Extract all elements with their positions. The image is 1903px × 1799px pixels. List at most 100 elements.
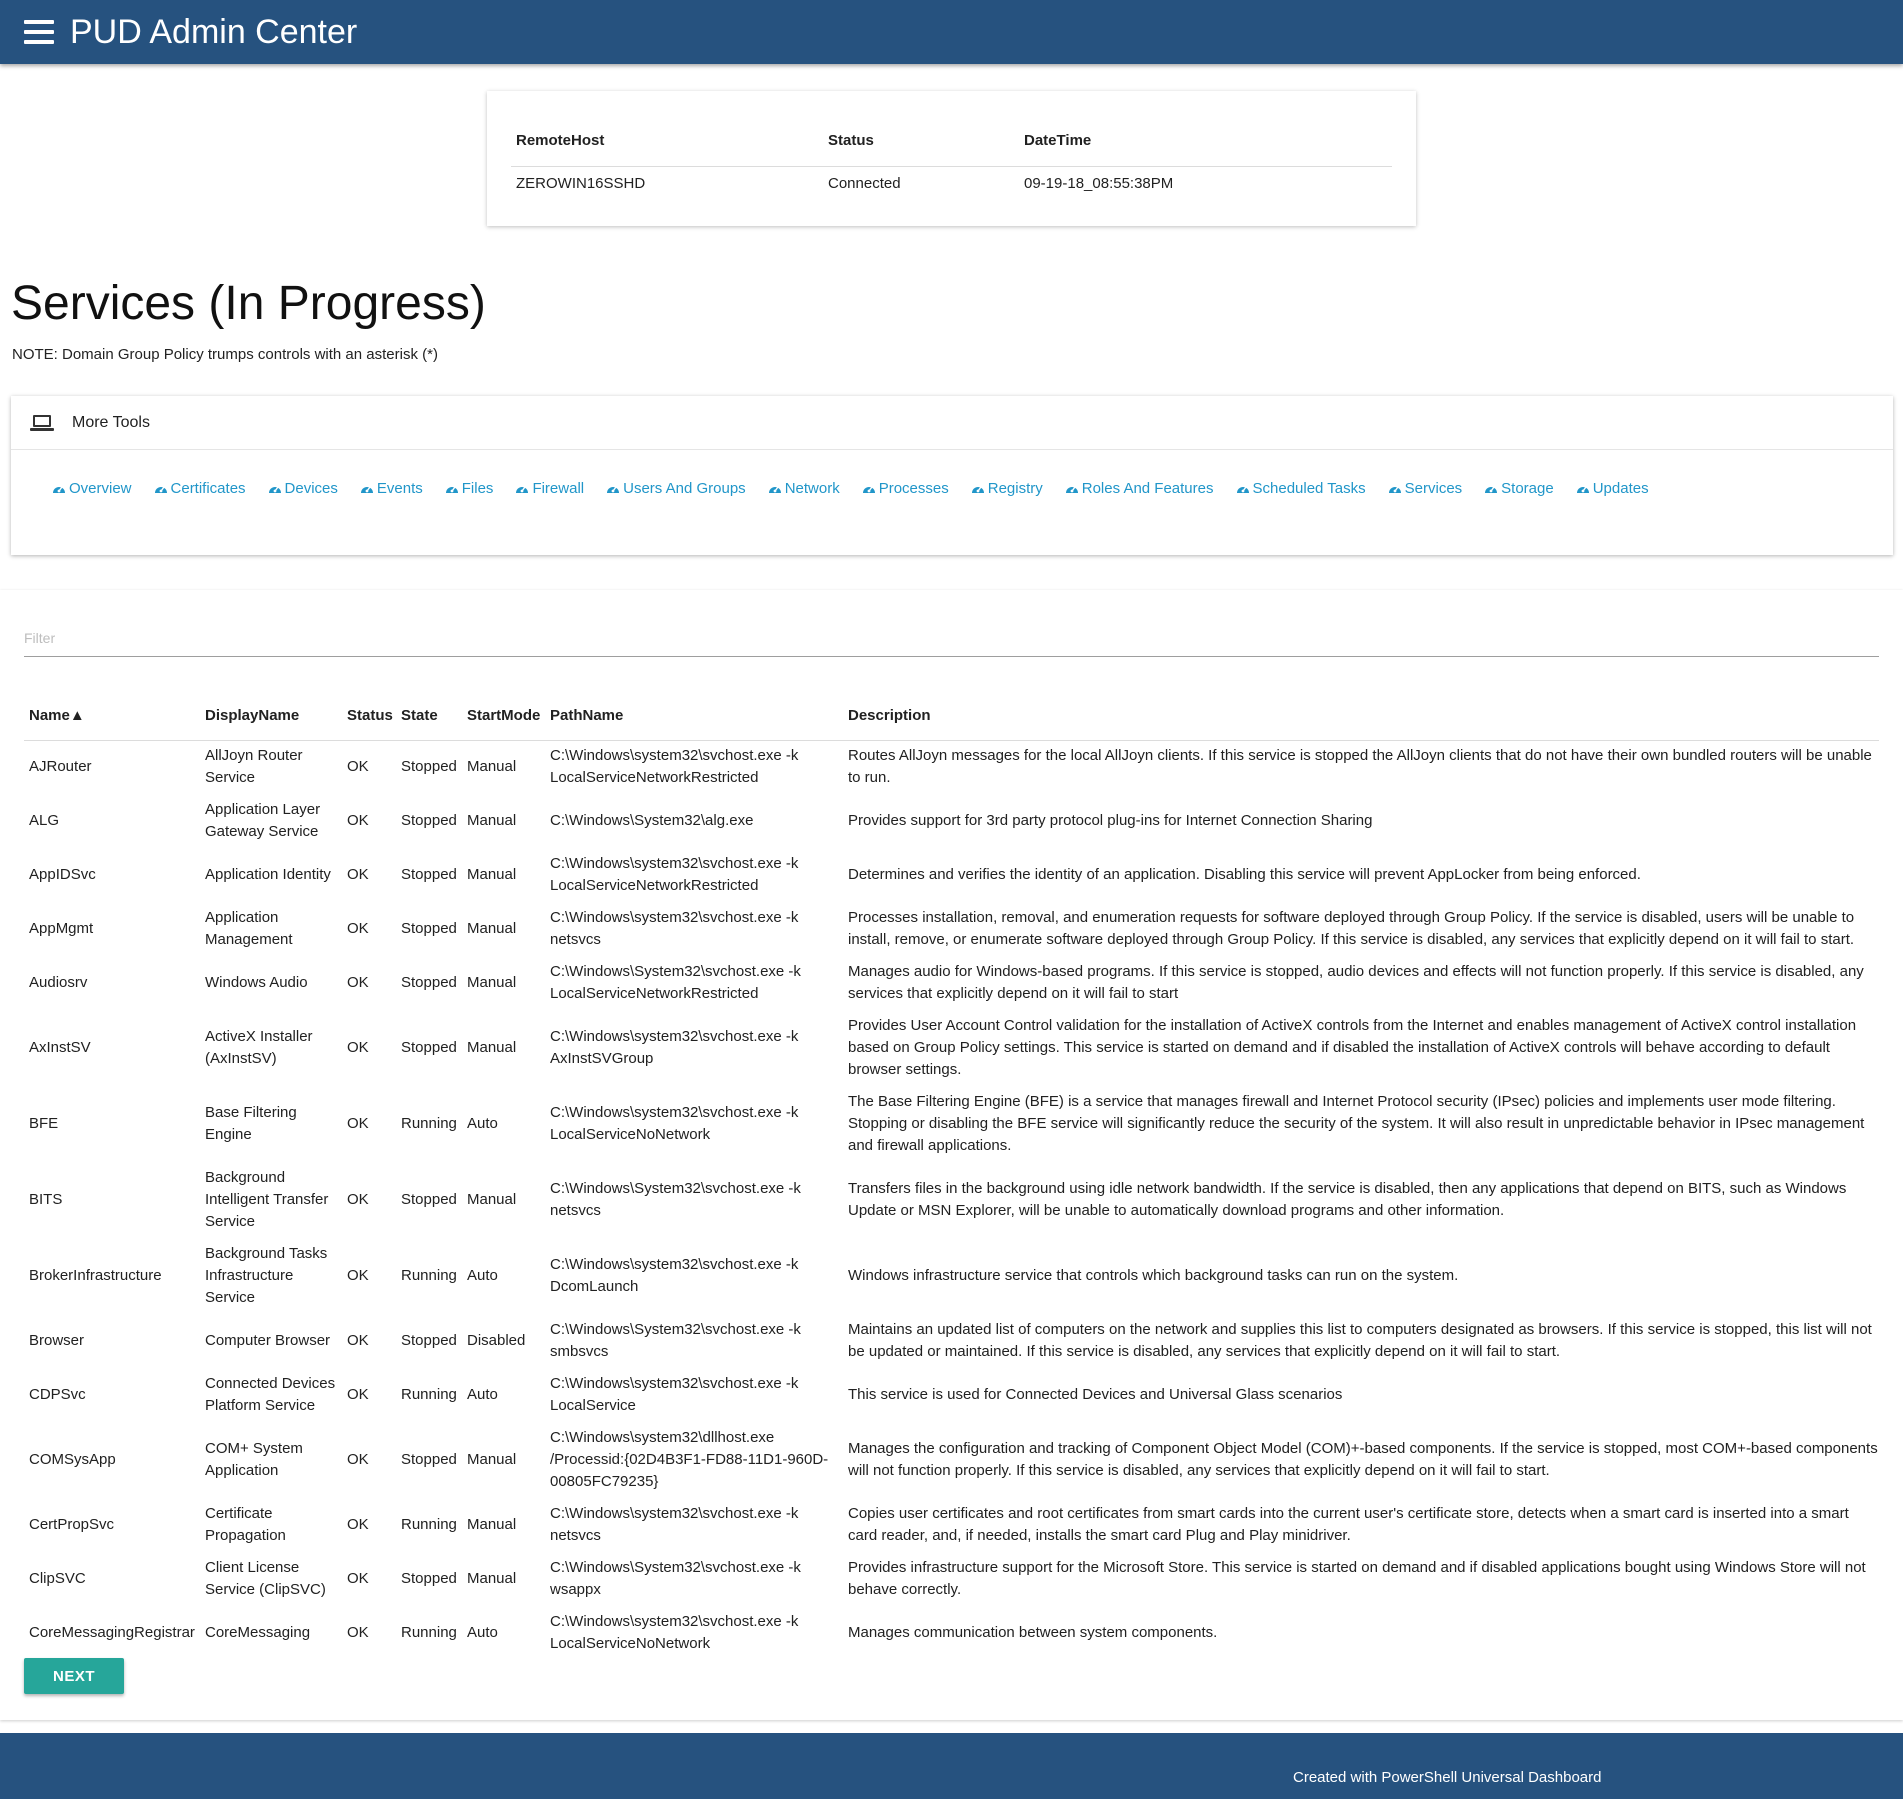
dashboard-icon [1065,483,1079,494]
start-mode-cell: Manual [467,1191,517,1208]
tool-link-network[interactable]: Network [768,480,840,497]
column-header-startmode[interactable]: StartMode [462,692,545,741]
service-status-cell: OK [347,1267,369,1284]
dashboard-icon [1388,483,1402,494]
start-mode-cell: Manual [467,1451,517,1468]
tool-link-label: Storage [1501,480,1554,497]
start-mode-cell: Disabled [467,1332,526,1349]
dashboard-icon [52,483,66,494]
datetime-value: 09-19-18_08:55:38PM [1024,174,1174,192]
service-state-cell: Stopped [401,812,457,829]
path-name-cell: C:\Windows\system32\svchost.exe -k Local… [550,1613,799,1652]
service-state-cell: Running [401,1624,457,1641]
description-cell: The Base Filtering Engine (BFE) is a ser… [848,1093,1865,1154]
path-name-cell: C:\Windows\system32\svchost.exe -k netsv… [550,909,799,948]
tool-link-events[interactable]: Events [360,480,423,497]
service-state-cell: Running [401,1267,457,1284]
display-name-cell: COM+ System Application [205,1440,303,1479]
path-name-cell: C:\Windows\system32\svchost.exe -k netsv… [550,1505,799,1544]
table-row: CoreMessagingRegistrar CoreMessaging OK Run… [24,1606,1879,1660]
tool-link-updates[interactable]: Updates [1576,480,1649,497]
tool-link-label: Updates [1592,480,1649,497]
tool-link-services[interactable]: Services [1388,480,1462,497]
description-cell: This service is used for Connected Devic… [848,1386,1343,1403]
table-row: ZEROWIN16SSHD Connected 09-19-18_08:55:3… [511,166,1392,200]
hamburger-menu-icon[interactable] [24,20,54,44]
tool-link-label: Files [461,480,494,497]
description-cell: Manages communication between system com… [848,1624,1218,1641]
service-name-cell: CoreMessagingRegistrar [29,1624,195,1641]
column-header-pathname[interactable]: PathName [545,692,843,741]
policy-note: NOTE: Domain Group Policy trumps control… [12,346,438,363]
column-header-datetime: DateTime [1019,115,1392,167]
dashboard-icon [360,483,374,494]
display-name-cell: Application Management [205,909,293,948]
service-state-cell: Stopped [401,1451,457,1468]
path-name-cell: C:\Windows\system32\svchost.exe -k AxIns… [550,1028,799,1067]
service-name-cell: AxInstSV [29,1039,91,1056]
tool-link-registry[interactable]: Registry [971,480,1043,497]
tool-link-scheduled-tasks[interactable]: Scheduled Tasks [1236,480,1366,497]
dashboard-icon [768,483,782,494]
service-name-cell: BITS [29,1191,63,1208]
column-header-remotehost: RemoteHost [511,115,823,167]
start-mode-cell: Auto [467,1115,498,1132]
more-tools-header: More Tools [11,396,1893,450]
service-state-cell: Stopped [401,974,457,991]
tool-link-processes[interactable]: Processes [862,480,949,497]
start-mode-cell: Manual [467,758,517,776]
tool-link-label: Network [784,480,840,497]
column-header-description[interactable]: Description [843,692,1879,741]
service-name-cell: CDPSvc [29,1386,86,1403]
footer: Created with PowerShell Universal Dashbo… [0,1733,1903,1799]
service-state-cell: Running [401,1115,457,1132]
start-mode-cell: Auto [467,1624,498,1641]
tool-link-roles-and-features[interactable]: Roles And Features [1065,480,1214,497]
table-row: Audiosrv Windows Audio OK Stopped Manual C:\W… [24,956,1879,1010]
tool-link-label: Registry [987,480,1043,497]
table-row: BFE Base Filtering Engine OK Running Auto C:\… [24,1086,1879,1162]
service-status-cell: OK [347,1451,369,1468]
next-page-button[interactable]: NEXT [24,1658,124,1694]
tool-link-storage[interactable]: Storage [1484,480,1554,497]
filter-field [24,621,1879,657]
dashboard-icon [154,483,168,494]
tool-link-users-and-groups[interactable]: Users And Groups [606,480,746,497]
table-row: BITS Background Intelligent Transfer Serv… [24,1162,1879,1238]
display-name-cell: Background Intelligent Transfer Service [205,1169,329,1230]
table-row: CDPSvc Connected Devices Platform Service… [24,1368,1879,1422]
table-row: CertPropSvc Certificate Propagation OK Runn… [24,1498,1879,1552]
path-name-cell: C:\Windows\system32\svchost.exe -k Local… [550,1104,799,1143]
description-cell: Provides infrastructure support for the … [848,1559,1866,1598]
dashboard-icon [445,483,459,494]
service-state-cell: Running [401,1386,457,1403]
table-row: ALG Application Layer Gateway Service OK St… [24,794,1879,848]
table-row: BrokerInfrastructure Background Tasks Inf… [24,1238,1879,1314]
service-state-cell: Stopped [401,1570,457,1587]
column-header-state[interactable]: State [396,692,462,741]
column-header-displayname[interactable]: DisplayName [200,692,342,741]
display-name-cell: Application Identity [205,866,331,883]
description-cell: Copies user certificates and root certif… [848,1505,1849,1544]
service-status-cell: OK [347,866,369,883]
service-status-cell: OK [347,1516,369,1533]
column-header-status[interactable]: Status [342,692,396,741]
tool-link-certificates[interactable]: Certificates [154,480,246,497]
display-name-cell: Connected Devices Platform Service [205,1375,336,1414]
tool-link-firewall[interactable]: Firewall [515,480,584,497]
path-name-cell: C:\Windows\System32\svchost.exe -k netsv… [550,1180,801,1219]
tool-link-files[interactable]: Files [445,480,494,497]
display-name-cell: CoreMessaging [205,1624,311,1641]
column-header-name[interactable]: Name▲ [24,692,200,741]
filter-input[interactable] [24,621,1879,655]
description-cell: Determines and verifies the identity of … [848,866,1641,883]
path-name-cell: C:\Windows\system32\svchost.exe -k Local… [550,747,799,787]
service-state-cell: Stopped [401,866,457,883]
display-name-cell: Windows Audio [205,974,308,991]
tool-link-overview[interactable]: Overview [52,480,132,497]
dashboard-icon [1576,483,1590,494]
tool-link-devices[interactable]: Devices [268,480,338,497]
display-name-cell: Base Filtering Engine [205,1104,297,1143]
start-mode-cell: Manual [467,1516,517,1533]
display-name-cell: Computer Browser [205,1332,331,1349]
